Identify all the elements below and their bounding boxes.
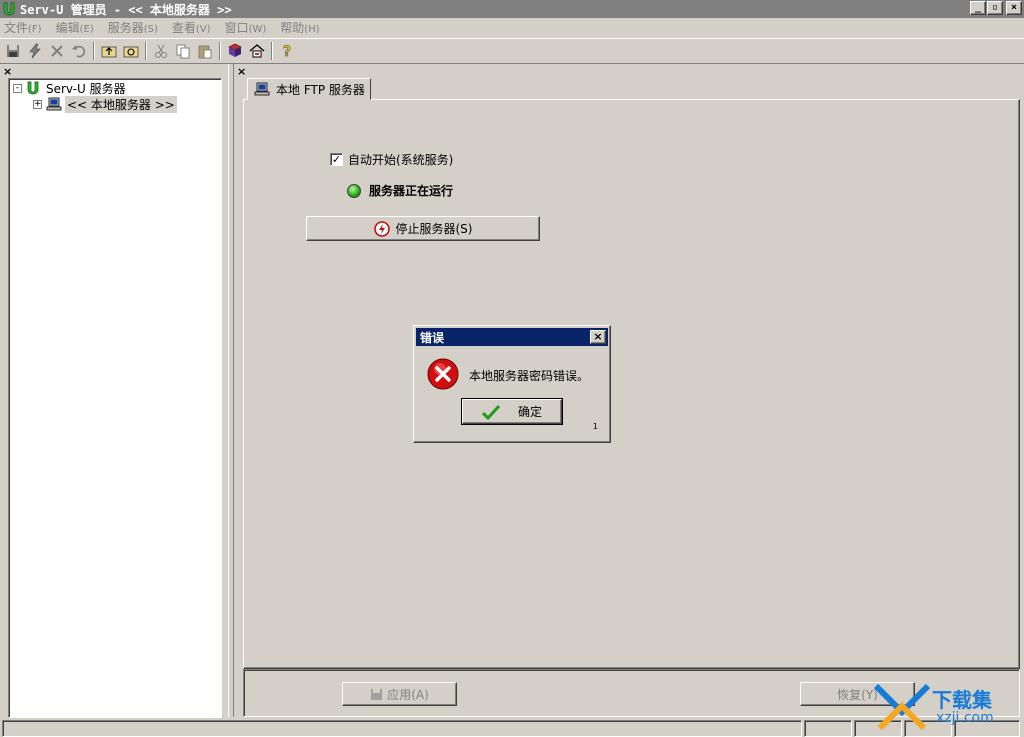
right-panel-close-icon[interactable]: ×	[237, 65, 246, 78]
left-panel-close-icon[interactable]: ×	[3, 65, 12, 78]
error-dialog: 错误 × 本地服务器密码错误。 确定 1	[413, 325, 611, 443]
home-icon[interactable]	[246, 40, 268, 62]
menu-help[interactable]: 帮助(H)	[280, 19, 319, 36]
stop-icon	[373, 220, 390, 237]
toolbar-separator	[219, 42, 221, 60]
help-icon[interactable]: ?	[276, 40, 298, 62]
apply-button[interactable]: 应用(A)	[342, 682, 457, 706]
toolbar-separator	[145, 42, 147, 60]
watermark-text-cn: 下载集	[932, 688, 992, 712]
status-bar	[0, 718, 1024, 737]
status-pane	[804, 720, 852, 737]
stop-server-label: 停止服务器(S)	[395, 222, 473, 236]
copy-icon[interactable]	[172, 40, 194, 62]
toolbar: ?	[0, 38, 1024, 64]
dialog-close-button[interactable]: ×	[590, 330, 606, 344]
window-title: Serv-U 管理员 - << 本地服务器 >>	[20, 2, 232, 17]
server-status-text: 服务器正在运行	[369, 184, 454, 198]
status-pane-main	[2, 720, 802, 737]
svg-text:?: ?	[283, 44, 291, 59]
apply-label: 应用(A)	[387, 687, 429, 702]
menu-bar: 文件(F) 编辑(E) 服务器(S) 查看(V) 窗口(W) 帮助(H)	[0, 18, 1024, 36]
panel-splitter[interactable]	[228, 64, 234, 717]
stop-server-button[interactable]: 停止服务器(S)	[306, 216, 540, 241]
toolbar-separator	[93, 42, 95, 60]
menu-file[interactable]: 文件(F)	[4, 19, 42, 36]
autostart-option[interactable]: ✓ 自动开始(系统服务)	[330, 151, 453, 168]
status-led-icon	[347, 183, 361, 198]
tree-root-row[interactable]: - Serv-U 服务器	[13, 80, 128, 96]
servu-logo-icon	[26, 81, 40, 95]
undo-icon[interactable]	[68, 40, 90, 62]
disconnect-icon[interactable]	[46, 40, 68, 62]
menu-edit[interactable]: 编辑(E)	[56, 19, 94, 36]
restore-label: 恢复(Y)	[837, 687, 878, 702]
cut-icon[interactable]	[150, 40, 172, 62]
tree-root-label: Serv-U 服务器	[46, 81, 126, 96]
paste-icon[interactable]	[194, 40, 216, 62]
dialog-title-bar: 错误	[416, 328, 608, 346]
save-icon	[370, 688, 383, 701]
up-folder-icon[interactable]	[98, 40, 120, 62]
tab-local-ftp-server[interactable]: 本地 FTP 服务器	[247, 78, 371, 100]
restore-window-button[interactable]: ▫	[987, 1, 1003, 15]
autostart-checkbox[interactable]: ✓	[330, 153, 343, 166]
window-title-bar: Serv-U 管理员 - << 本地服务器 >> _ ▫ ×	[0, 0, 1024, 18]
watermark-logo-icon	[874, 683, 930, 731]
menu-server[interactable]: 服务器(S)	[108, 19, 158, 36]
servu-app-icon	[2, 2, 16, 16]
left-panel: × - Serv-U 服务器 + << 本地服务器 >>	[0, 64, 228, 718]
ok-label: 确定	[517, 405, 542, 419]
close-window-button[interactable]: ×	[1006, 1, 1022, 15]
tree-child-row[interactable]: + << 本地服务器 >>	[33, 95, 177, 113]
watermark: 下载集 xzji.com	[874, 682, 1022, 732]
refresh-icon[interactable]	[120, 40, 142, 62]
tree-collapse-toggle[interactable]: -	[13, 83, 22, 93]
checkmark-icon	[481, 404, 500, 420]
menu-window[interactable]: 窗口(W)	[225, 19, 267, 36]
tree-expand-toggle[interactable]: +	[33, 99, 42, 109]
ok-button[interactable]: 确定	[461, 398, 563, 425]
dialog-title: 错误	[420, 330, 445, 345]
tab-label: 本地 FTP 服务器	[276, 82, 365, 97]
watermark-text-en: xzji.com	[936, 710, 994, 726]
dialog-corner-number: 1	[592, 422, 598, 431]
menu-view[interactable]: 查看(V)	[172, 19, 211, 36]
minimize-button[interactable]: _	[970, 1, 986, 15]
book-icon[interactable]	[224, 40, 246, 62]
toolbar-separator	[271, 42, 273, 60]
save-icon[interactable]	[2, 40, 24, 62]
dialog-message: 本地服务器密码错误。	[469, 369, 590, 383]
connect-icon[interactable]	[24, 40, 46, 62]
autostart-label: 自动开始(系统服务)	[348, 153, 454, 167]
server-tree: - Serv-U 服务器 + << 本地服务器 >>	[8, 78, 222, 718]
tree-child-label: << 本地服务器 >>	[65, 95, 177, 113]
error-icon	[427, 358, 459, 390]
server-status: 服务器正在运行	[347, 182, 453, 199]
computer-icon	[46, 97, 62, 111]
computer-icon	[254, 82, 270, 96]
